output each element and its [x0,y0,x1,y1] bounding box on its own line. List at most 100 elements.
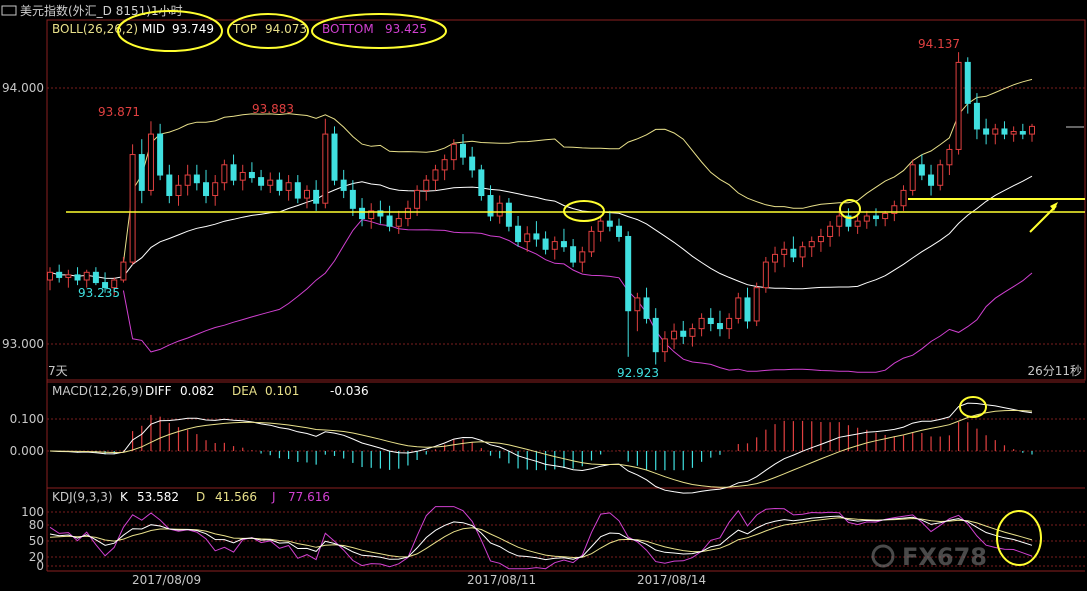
ytick-94: 94.000 [2,81,44,95]
candle-body [955,61,962,150]
candle-body [964,61,971,104]
ytick-93: 93.000 [2,337,44,351]
candle-body [404,207,411,220]
candle-body [230,164,237,181]
kdj-tick-80: 80 [29,518,44,532]
label-high2: 93.883 [252,102,294,116]
boll-bottom-value: 93.425 [385,22,427,36]
candle-body [882,212,889,220]
candle-body [349,189,356,209]
candle-body [450,143,457,161]
macd-diff-label: DIFF [145,384,172,398]
candle-body [56,271,63,278]
boll-mid-value: 93.749 [172,22,214,36]
candle-body [918,164,925,176]
candle-body [120,261,127,281]
boll-mid-line [49,175,1033,290]
candle-body [469,156,476,171]
candle-body [652,317,659,353]
macd-histogram [58,414,1033,471]
candle-body [937,164,944,186]
candle-body [836,215,843,227]
candle-body [863,215,870,222]
candle-body [184,174,191,186]
x-axis-labels: 2017/08/09 2017/08/11 2017/08/14 [132,573,706,587]
candle-body [753,287,760,322]
candle-body [744,297,751,322]
candle-body [872,215,879,220]
candle-body [414,189,421,209]
watermark-logo-icon [871,544,895,568]
candle-body [735,297,742,319]
candle-body [258,177,265,186]
candle-body [294,182,301,199]
candle-body [625,235,632,312]
candle-body [542,238,549,250]
kdj-d-label: D [196,490,205,504]
countdown-label: 26分11秒 [1027,364,1082,378]
candle-body [92,271,99,284]
candle-body [597,220,604,232]
candle-body [515,225,522,243]
candle-body [505,202,512,227]
label-high3: 94.137 [918,37,960,51]
candle-body [166,174,173,197]
watermark: FX678 [871,543,987,571]
candle-body [395,218,402,227]
candle-body [973,102,980,130]
candle-body [303,189,310,199]
candle-body [772,253,779,263]
kdj-j-value: 77.616 [288,490,330,504]
candle-body [423,179,430,191]
candle-body [781,248,788,255]
candle-body [588,230,595,253]
candle-body [441,159,448,171]
window-menu-icon[interactable] [1,5,17,16]
candle-body [817,235,824,243]
candle-body [762,261,769,289]
xlabel-1: 2017/08/11 [467,573,536,587]
candle-body [147,133,154,191]
kdj-label: KDJ(9,3,3) [52,490,113,504]
kdj-lines [49,506,1033,570]
kdj-j-label: J [271,490,276,504]
title-bar: 美元指数(外汇_D 8151)1小时 [1,3,183,18]
candle-body [983,128,990,135]
boll-mid-label: MID [142,22,165,36]
candle-body [221,164,228,184]
candle-body [267,179,274,186]
candle-body [47,271,53,281]
candle-body [946,148,953,166]
candlesticks [47,52,1035,365]
boll-top-value: 94.073 [265,22,307,36]
macd-dea-label: DEA [232,384,258,398]
candle-body [808,241,815,248]
candle-body [83,271,90,281]
label-high1: 93.871 [98,105,140,119]
macd-value: -0.036 [330,384,369,398]
candle-body [680,330,687,337]
chart-canvas: 美元指数(外汇_D 8151)1小时 BOLL(26,26,2) MID 93.… [1,3,1086,587]
watermark-text: FX678 [902,543,987,571]
candle-body [313,189,320,204]
macd-tick-0: 0.000 [10,444,44,458]
candle-body [827,225,834,237]
boll-bottom-line [122,219,1033,373]
candle-body [129,154,136,263]
candle-body [570,246,577,263]
candle-body [175,184,182,197]
candle-body [909,164,916,191]
boll-bottom-label: BOTTOM [322,22,374,36]
candle-body [616,225,623,237]
left-bottom-label: 7天 [48,364,68,378]
candle-body [551,241,558,250]
kdj-j-line [49,506,1033,570]
candle-body [1010,131,1017,135]
candle-body [790,248,797,258]
macd-diff-value: 0.082 [180,384,214,398]
kdj-tick-100: 100 [21,505,44,519]
kdj-k-line [49,515,1033,561]
kdj-d-value: 41.566 [215,490,257,504]
xlabel-0: 2017/08/09 [132,573,201,587]
candle-body [487,195,494,217]
